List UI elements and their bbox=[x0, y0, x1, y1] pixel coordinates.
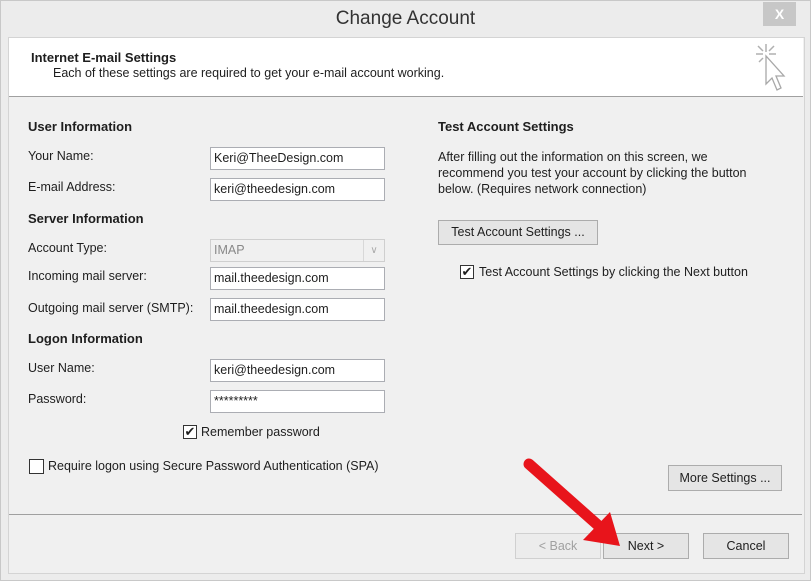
red-arrow-annotation bbox=[523, 458, 620, 546]
